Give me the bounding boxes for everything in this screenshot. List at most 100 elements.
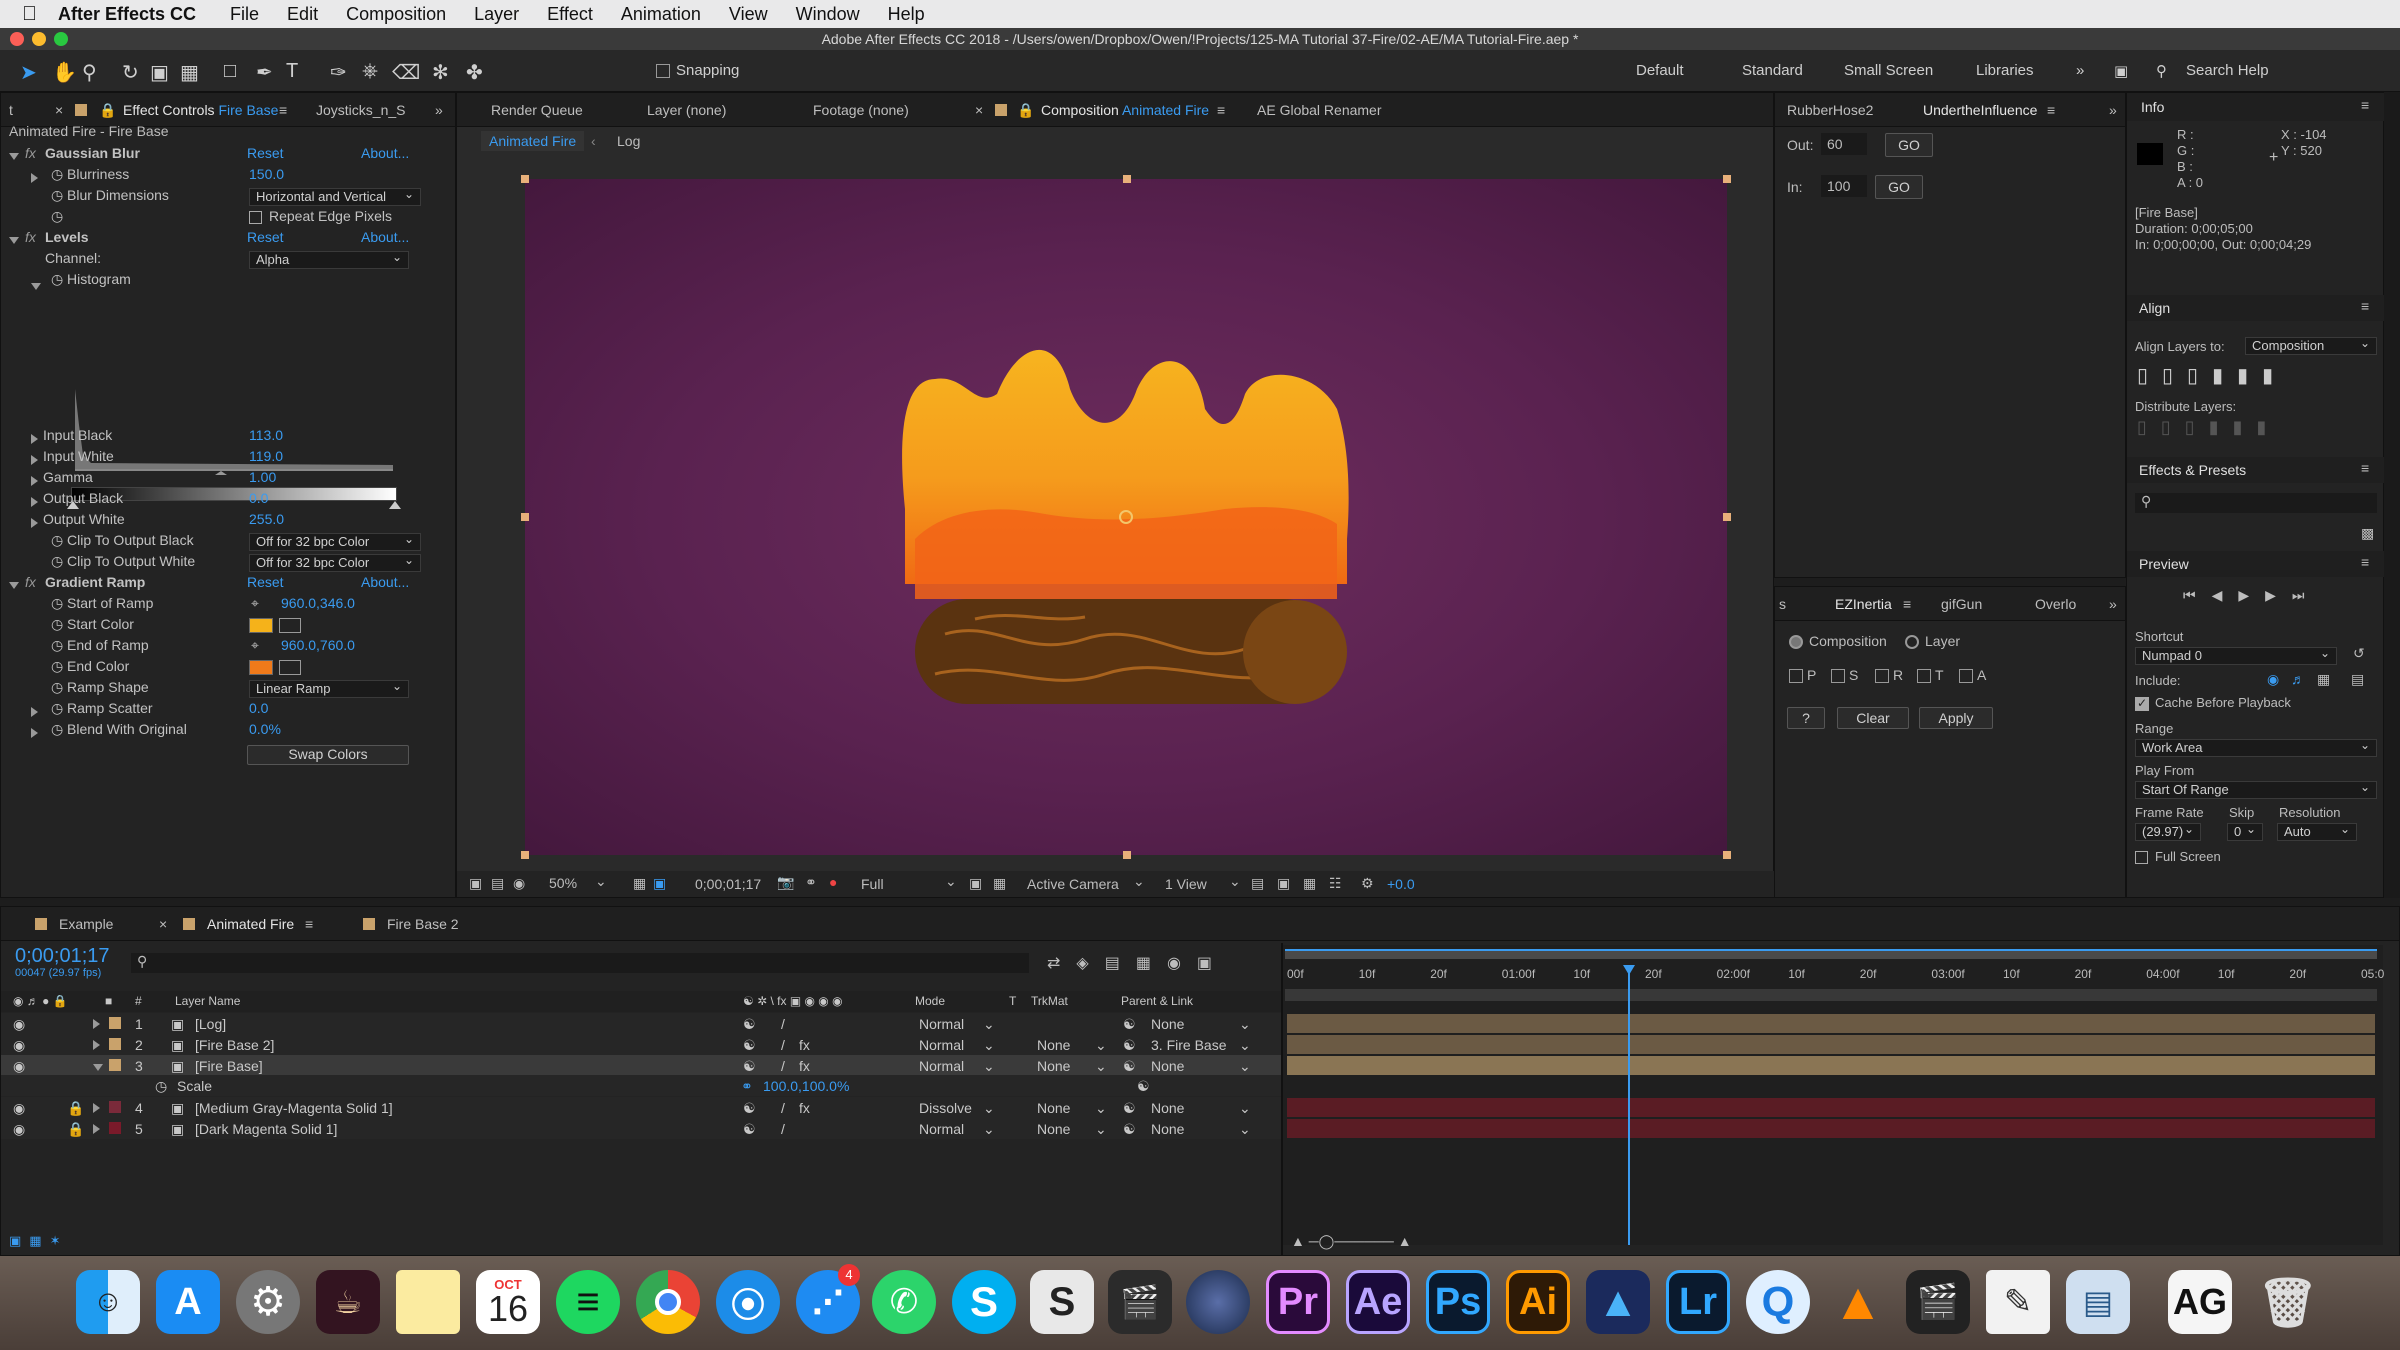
chevron-down-icon[interactable]: ⌄	[1239, 1058, 1251, 1075]
chevron-down-icon[interactable]: ⌄	[1133, 873, 1145, 890]
tab-render-queue[interactable]: Render Queue	[491, 102, 583, 118]
about-link[interactable]: About...	[361, 574, 409, 590]
stopwatch-icon[interactable]: ◷	[51, 187, 63, 204]
panel-menu-icon[interactable]: ≡	[2361, 554, 2369, 570]
label-color-swatch[interactable]	[109, 1017, 121, 1029]
end-of-ramp-value[interactable]: 960.0,760.0	[281, 637, 355, 653]
screen-icon[interactable]: ▣	[2114, 62, 2128, 80]
transparency-grid-icon[interactable]: ▣	[653, 875, 666, 892]
stopwatch-icon[interactable]: ◷	[51, 700, 63, 717]
mode-dropdown[interactable]: Dissolve	[919, 1100, 972, 1116]
selection-handle[interactable]	[521, 175, 529, 183]
shy-switch-icon[interactable]: ☯	[743, 1058, 756, 1075]
pickwhip-icon[interactable]: ☯	[1123, 1016, 1136, 1033]
include-external-icon[interactable]: ▤	[2351, 671, 2364, 688]
output-white-value[interactable]: 255.0	[249, 511, 284, 527]
zoom-tool-icon[interactable]: ⚲	[82, 60, 97, 85]
tab-joysticks[interactable]: Joysticks_n_S	[316, 102, 405, 118]
blend-value[interactable]: 0.0%	[249, 721, 281, 737]
output-white-row[interactable]: Output White 255.0	[1, 511, 457, 532]
panel-menu-icon[interactable]: ≡	[1217, 102, 1225, 118]
selection-handle[interactable]	[521, 513, 529, 521]
channel-dropdown[interactable]: Alpha	[249, 249, 409, 269]
layer-row[interactable]: ◉ 1 ▣ [Log] ☯ / Normal ⌄ ☯ None ⌄	[1, 1013, 1281, 1034]
work-area-bar[interactable]	[1285, 989, 2377, 1001]
reset-link[interactable]: Reset	[247, 145, 284, 161]
include-video-icon[interactable]: ◉	[2267, 671, 2279, 688]
pickwhip-icon[interactable]: ☯	[1123, 1100, 1136, 1117]
affinity-icon[interactable]: ▲	[1586, 1270, 1650, 1334]
constrain-proportions-icon[interactable]: ⚭	[741, 1078, 753, 1095]
layer-duration-bar[interactable]	[1287, 1035, 2375, 1054]
layer-duration-bar[interactable]	[1287, 1098, 2375, 1117]
tab-fire-base-2[interactable]: Fire Base 2	[387, 916, 459, 932]
clone-stamp-tool-icon[interactable]: ⎈	[362, 60, 378, 83]
mode-dropdown[interactable]: Normal	[919, 1037, 964, 1053]
gradient-ramp-effect[interactable]: fx Gradient Ramp Reset About...	[1, 574, 457, 595]
pickwhip-icon[interactable]: ☯	[1123, 1037, 1136, 1054]
timeline-icon[interactable]: ▦	[1303, 875, 1316, 892]
layer-name[interactable]: [Fire Base 2]	[195, 1037, 274, 1053]
label-color-swatch[interactable]	[109, 1122, 121, 1134]
chevron-down-icon[interactable]: ⌄	[1095, 1037, 1107, 1054]
panel-menu-icon[interactable]: ≡	[1903, 596, 1911, 612]
tab-rubberhose[interactable]: RubberHose2	[1787, 102, 1873, 118]
selection-handle[interactable]	[1123, 851, 1131, 859]
stopwatch-icon[interactable]: ◷	[51, 271, 63, 288]
tab-effect-controls[interactable]: Effect Controls Fire Base	[123, 102, 278, 118]
clear-button[interactable]: Clear	[1837, 707, 1909, 729]
cinema4d-icon[interactable]	[1186, 1270, 1250, 1334]
layer-name[interactable]: [Log]	[195, 1016, 226, 1032]
include-audio-icon[interactable]: ♬	[2291, 671, 2305, 687]
fx-icon[interactable]: fx	[25, 229, 36, 245]
stopwatch-icon[interactable]: ◷	[155, 1078, 167, 1095]
playback-controls[interactable]: ⏮◀▶▶⏭	[2183, 587, 2321, 604]
claquette-icon[interactable]: 🎬	[1906, 1270, 1970, 1334]
quality-switch-icon[interactable]: /	[781, 1058, 785, 1074]
mode-dropdown[interactable]: Normal	[919, 1016, 964, 1032]
start-color-swatch[interactable]	[249, 618, 273, 633]
fullscreen-checkbox[interactable]	[2135, 851, 2148, 864]
parent-dropdown[interactable]: 3. Fire Base	[1151, 1037, 1226, 1053]
chevron-down-icon[interactable]: ⌄	[1239, 1016, 1251, 1033]
layer-duration-bar[interactable]	[1287, 1119, 2375, 1138]
ramp-scatter-row[interactable]: ◷ Ramp Scatter 0.0	[1, 700, 457, 721]
tab-animated-fire[interactable]: Animated Fire	[207, 916, 294, 932]
rectangle-tool-icon[interactable]: □	[224, 60, 236, 83]
label-color-swatch[interactable]	[109, 1101, 121, 1113]
about-link[interactable]: About...	[361, 145, 409, 161]
more-tabs-icon[interactable]: »	[2109, 102, 2117, 118]
tab-ae-global-renamer[interactable]: AE Global Renamer	[1257, 102, 1382, 118]
crosshair-icon[interactable]: ⌖	[251, 595, 259, 612]
premiere-icon[interactable]: Pr	[1266, 1270, 1330, 1334]
panel-scrollbar[interactable]	[2384, 92, 2400, 898]
swap-colors-button[interactable]: Swap Colors	[247, 745, 409, 765]
panel-menu-icon[interactable]: ≡	[279, 102, 287, 118]
label-color-swatch[interactable]	[109, 1038, 121, 1050]
breadcrumb-animated-fire[interactable]: Animated Fire	[481, 131, 585, 151]
after-effects-icon[interactable]: Ae	[1346, 1270, 1410, 1334]
hand-tool-icon[interactable]: ✋	[52, 60, 77, 85]
checkbox-a[interactable]	[1959, 669, 1973, 683]
system-preferences-icon[interactable]: ⚙	[236, 1270, 300, 1334]
flowchart-icon[interactable]: ☷	[1329, 875, 1342, 892]
illustrator-icon[interactable]: Ai	[1506, 1270, 1570, 1334]
selection-handle[interactable]	[1123, 175, 1131, 183]
skip-dropdown[interactable]: 0	[2227, 821, 2263, 841]
selection-tool-icon[interactable]: ➤	[20, 60, 37, 85]
composition-radio[interactable]	[1789, 635, 1803, 649]
scale-property-row[interactable]: ◷ Scale ⚭ 100.0,100.0% ☯	[1, 1075, 1281, 1096]
tab-layer[interactable]: Layer (none)	[647, 102, 726, 118]
minimize-window-button[interactable]	[32, 32, 46, 46]
input-black-value[interactable]: 113.0	[249, 427, 283, 443]
skype-icon[interactable]: S	[952, 1270, 1016, 1334]
resolution-dropdown[interactable]: Auto	[2277, 821, 2357, 841]
stopwatch-icon[interactable]: ◷	[51, 658, 63, 675]
layer-row[interactable]: ◉ 🔒 5 ▣ [Dark Magenta Solid 1] ☯ / Normal ⌄ None ⌄…	[1, 1118, 1281, 1139]
more-tabs-icon[interactable]: »	[2109, 596, 2117, 612]
eyedropper-icon[interactable]	[279, 660, 301, 675]
start-of-ramp-value[interactable]: 960.0,346.0	[281, 595, 355, 611]
layer-row[interactable]: ◉ 3 ▣ [Fire Base] ☯ / fx Normal ⌄ None ⌄ ☯ None ⌄	[1, 1055, 1281, 1076]
workspace-libraries[interactable]: Libraries	[1976, 62, 2034, 79]
stopwatch-icon[interactable]: ◷	[51, 166, 63, 183]
